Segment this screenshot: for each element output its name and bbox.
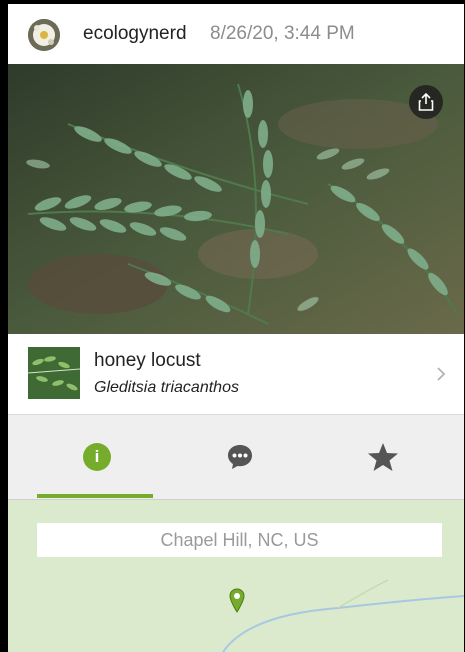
star-icon — [368, 443, 398, 471]
location-map[interactable]: Chapel Hill, NC, US — [8, 500, 464, 652]
chevron-right-icon — [436, 362, 446, 388]
taxon-row[interactable]: honey locust Gleditsia triacanthos — [8, 334, 464, 415]
tab-favorites[interactable] — [323, 415, 443, 499]
map-pin-icon[interactable] — [229, 588, 245, 619]
observation-tabs: i — [8, 415, 464, 500]
taxon-thumbnail — [28, 347, 80, 399]
observation-photo[interactable] — [8, 64, 464, 334]
observation-screen: ecologynerd 8/26/20, 3:44 PM honey locus… — [8, 4, 464, 652]
share-button[interactable] — [409, 85, 443, 119]
share-icon — [418, 93, 434, 111]
location-label: Chapel Hill, NC, US — [37, 523, 442, 557]
tab-info[interactable]: i — [37, 415, 157, 499]
selected-tab-indicator — [37, 494, 153, 498]
taxon-common-name: honey locust — [94, 350, 201, 371]
comment-bubble-icon — [228, 445, 252, 469]
info-icon: i — [83, 443, 111, 471]
tab-comments[interactable] — [180, 415, 300, 499]
taxon-scientific-name: Gleditsia triacanthos — [94, 379, 239, 396]
user-avatar[interactable] — [28, 19, 60, 51]
observation-header: ecologynerd 8/26/20, 3:44 PM — [8, 4, 464, 64]
observation-timestamp: 8/26/20, 3:44 PM — [210, 23, 355, 44]
username[interactable]: ecologynerd — [83, 23, 187, 45]
